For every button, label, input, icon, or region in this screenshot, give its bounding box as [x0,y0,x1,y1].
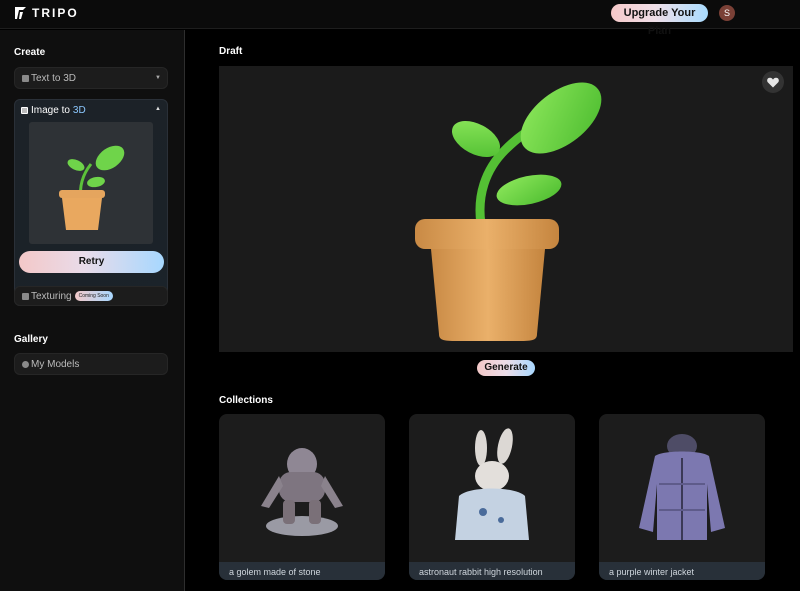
image-to-3d-panel: Image to 3D ▲ Retry [14,99,168,306]
sidebar: Create Text to 3D ▼ Image to 3D ▲ Retry … [0,30,185,591]
gallery-section-title: Gallery [14,334,48,345]
plant-pot-model [415,82,602,341]
cube-icon [22,360,29,368]
texturing-item[interactable]: Texturing Coming Soon [14,286,168,306]
collection-caption: a purple winter jacket [599,562,765,580]
create-section-title: Create [14,47,46,58]
image-to-3d-header[interactable]: Image to 3D [21,105,86,116]
favorite-button[interactable] [762,71,784,93]
generate-button[interactable]: Generate [477,360,535,376]
upgrade-plan-button[interactable]: Upgrade Your Plan [611,4,708,37]
collection-card-rabbit[interactable]: astronaut rabbit high resolution [409,414,575,580]
coming-soon-badge: Coming Soon [74,291,113,301]
image-to-3d-highlight: 3D [72,105,86,116]
collection-caption: a golem made of stone [219,562,385,580]
draft-title: Draft [219,46,243,57]
text-icon [22,74,29,82]
my-models-item[interactable]: My Models [14,353,168,375]
tripo-logo-icon [15,7,26,19]
image-to-3d-label: Image to [31,105,70,116]
jacket-model-thumbnail [639,434,725,540]
collection-card-golem[interactable]: a golem made of stone [219,414,385,580]
app-name: TRIPO [32,6,79,20]
uploaded-image-preview[interactable] [29,122,153,244]
texturing-label: Texturing [31,290,72,302]
avatar[interactable]: S [719,5,735,21]
rabbit-model-thumbnail [455,428,529,540]
top-bar: TRIPO Upgrade Your Plan S [0,0,800,37]
logo[interactable]: TRIPO [14,6,79,20]
3d-model-viewer[interactable] [219,66,793,352]
collections-title: Collections [219,395,273,406]
plant-pot-thumbnail [59,145,125,230]
chevron-up-icon[interactable]: ▲ [155,106,161,112]
text-to-3d-label: Text to 3D [31,72,77,84]
my-models-label: My Models [31,358,80,370]
image-icon [21,107,28,114]
collection-caption: astronaut rabbit high resolution [409,562,575,580]
texture-icon [22,292,29,300]
collection-card-jacket[interactable]: a purple winter jacket [599,414,765,580]
heart-icon [767,77,779,87]
chevron-down-icon: ▼ [155,75,161,81]
text-to-3d-dropdown[interactable]: Text to 3D ▼ [14,67,168,89]
retry-button[interactable]: Retry [19,251,164,273]
golem-model-thumbnail [261,448,343,536]
